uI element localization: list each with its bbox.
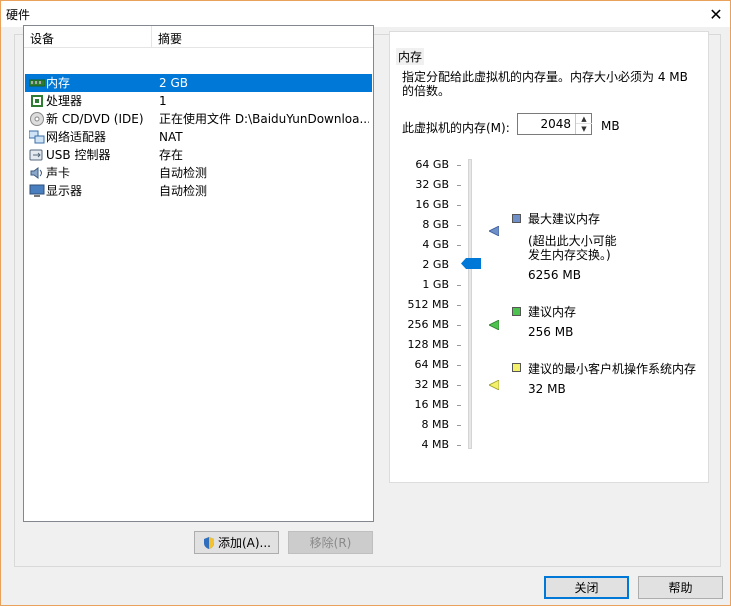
device-summary: 存在 xyxy=(159,148,184,162)
scale-label: 16 GB xyxy=(415,198,449,211)
memory-field-label: 此虚拟机的内存(M): xyxy=(402,121,510,135)
scale-label: 128 MB xyxy=(407,338,449,351)
add-button[interactable]: 添加(A)... xyxy=(194,531,279,554)
spin-arrows: ▲ ▼ xyxy=(575,114,592,134)
device-summary: 正在使用文件 D:\BaiduYunDownloa... xyxy=(159,112,369,126)
memory-group-title: 内存 xyxy=(396,48,425,65)
scale-label: 4 GB xyxy=(422,238,449,251)
device-row-processor[interactable]: 处理器 1 xyxy=(25,92,372,110)
device-summary: NAT xyxy=(159,130,183,144)
minimum-title: 建议的最小客户机操作系统内存 xyxy=(528,362,697,376)
device-row-cd-dvd[interactable]: 新 CD/DVD (IDE) 正在使用文件 D:\BaiduYunDownloa… xyxy=(25,110,372,128)
scale-tick xyxy=(457,365,461,366)
device-row-network[interactable]: 网络适配器 NAT xyxy=(25,128,372,146)
device-summary: 1 xyxy=(159,94,167,108)
display-icon xyxy=(29,184,45,198)
usb-icon xyxy=(29,148,45,162)
device-summary: 2 GB xyxy=(159,76,188,90)
scale-label: 1 GB xyxy=(422,278,449,291)
memory-slider-track[interactable] xyxy=(468,159,472,449)
remove-button[interactable]: 移除(R) xyxy=(288,531,373,554)
column-header-device[interactable]: 设备 xyxy=(30,30,54,47)
processor-icon xyxy=(29,94,45,108)
scale-tick xyxy=(457,385,461,386)
help-button-label: 帮助 xyxy=(668,581,693,595)
scale-label: 512 MB xyxy=(407,298,449,311)
scale-label: 16 MB xyxy=(414,398,449,411)
help-button[interactable]: 帮助 xyxy=(638,576,723,599)
column-separator[interactable] xyxy=(151,26,152,48)
minimum-marker-icon xyxy=(488,379,500,391)
scale-tick xyxy=(457,445,461,446)
device-summary: 自动检测 xyxy=(159,166,208,180)
device-name: USB 控制器 xyxy=(46,148,111,162)
window-title: 硬件 xyxy=(6,8,31,22)
device-summary: 自动检测 xyxy=(159,184,208,198)
close-button[interactable]: 关闭 xyxy=(544,576,629,599)
scale-tick xyxy=(457,325,461,326)
recommended-title: 建议内存 xyxy=(528,305,577,319)
shield-icon xyxy=(202,536,216,550)
minimum-value: 32 MB xyxy=(528,382,566,396)
memory-slider-thumb[interactable] xyxy=(461,258,481,269)
scale-tick xyxy=(457,245,461,246)
device-name: 新 CD/DVD (IDE) xyxy=(46,112,144,126)
cd-dvd-icon xyxy=(29,112,45,126)
device-row-display[interactable]: 显示器 自动检测 xyxy=(25,182,372,200)
memory-input[interactable]: 2048 xyxy=(540,117,571,131)
recommended-marker-icon xyxy=(488,319,500,331)
scale-tick xyxy=(457,345,461,346)
recommended-value: 256 MB xyxy=(528,325,574,339)
scale-label: 2 GB xyxy=(422,258,449,271)
device-row-sound[interactable]: 声卡 自动检测 xyxy=(25,164,372,182)
spin-down-icon[interactable]: ▼ xyxy=(576,124,592,134)
scale-label: 64 GB xyxy=(415,158,449,171)
scale-tick xyxy=(457,225,461,226)
device-row-memory[interactable]: 内存 2 GB xyxy=(25,74,372,92)
device-name: 网络适配器 xyxy=(46,130,107,144)
scale-label: 32 MB xyxy=(414,378,449,391)
minimum-legend-square-icon xyxy=(512,363,521,372)
add-button-label: 添加(A)... xyxy=(217,536,272,550)
max-recommended-marker-icon xyxy=(488,225,500,237)
scale-tick xyxy=(457,185,461,186)
memory-icon xyxy=(28,76,46,90)
hardware-dialog: 硬件 ✕ 设备 摘要 内存 2 GB 处理器 1 新 CD/DVD (IDE) … xyxy=(0,0,731,606)
scale-tick xyxy=(457,425,461,426)
scale-tick xyxy=(457,205,461,206)
scale-tick xyxy=(457,305,461,306)
device-name: 显示器 xyxy=(46,184,83,198)
scale-label: 8 GB xyxy=(422,218,449,231)
max-recommended-note-2: 发生内存交换。) xyxy=(528,248,611,262)
title-bar: 硬件 ✕ xyxy=(1,1,730,27)
scale-label: 8 MB xyxy=(421,418,449,431)
memory-unit: MB xyxy=(601,119,620,133)
device-name: 处理器 xyxy=(46,94,83,108)
max-recommended-note-1: (超出此大小可能 xyxy=(528,234,617,248)
device-name: 内存 xyxy=(46,76,71,90)
column-header-summary[interactable]: 摘要 xyxy=(158,30,182,47)
max-recommended-value: 6256 MB xyxy=(528,268,581,282)
network-adapter-icon xyxy=(28,130,45,144)
device-row-usb[interactable]: USB 控制器 存在 xyxy=(25,146,372,164)
scale-tick xyxy=(457,285,461,286)
spin-up-icon[interactable]: ▲ xyxy=(576,114,592,124)
remove-button-label: 移除(R) xyxy=(309,536,352,550)
device-list-header: 设备 摘要 xyxy=(24,26,373,48)
scale-tick xyxy=(457,165,461,166)
memory-description: 指定分配给此虚拟机的内存量。内存大小必须为 4 MB 的倍数。 xyxy=(402,70,688,98)
scale-label: 64 MB xyxy=(414,358,449,371)
scale-tick xyxy=(457,405,461,406)
sound-card-icon xyxy=(29,166,45,180)
scale-label: 32 GB xyxy=(415,178,449,191)
max-legend-square-icon xyxy=(512,214,521,223)
memory-spinbox[interactable]: 2048 ▲ ▼ xyxy=(517,113,592,135)
max-recommended-title: 最大建议内存 xyxy=(528,212,601,226)
close-button-label: 关闭 xyxy=(574,581,599,595)
close-icon[interactable]: ✕ xyxy=(702,1,730,27)
scale-label: 256 MB xyxy=(407,318,449,331)
scale-label: 4 MB xyxy=(421,438,449,451)
device-name: 声卡 xyxy=(46,166,71,180)
recommended-legend-square-icon xyxy=(512,307,521,316)
